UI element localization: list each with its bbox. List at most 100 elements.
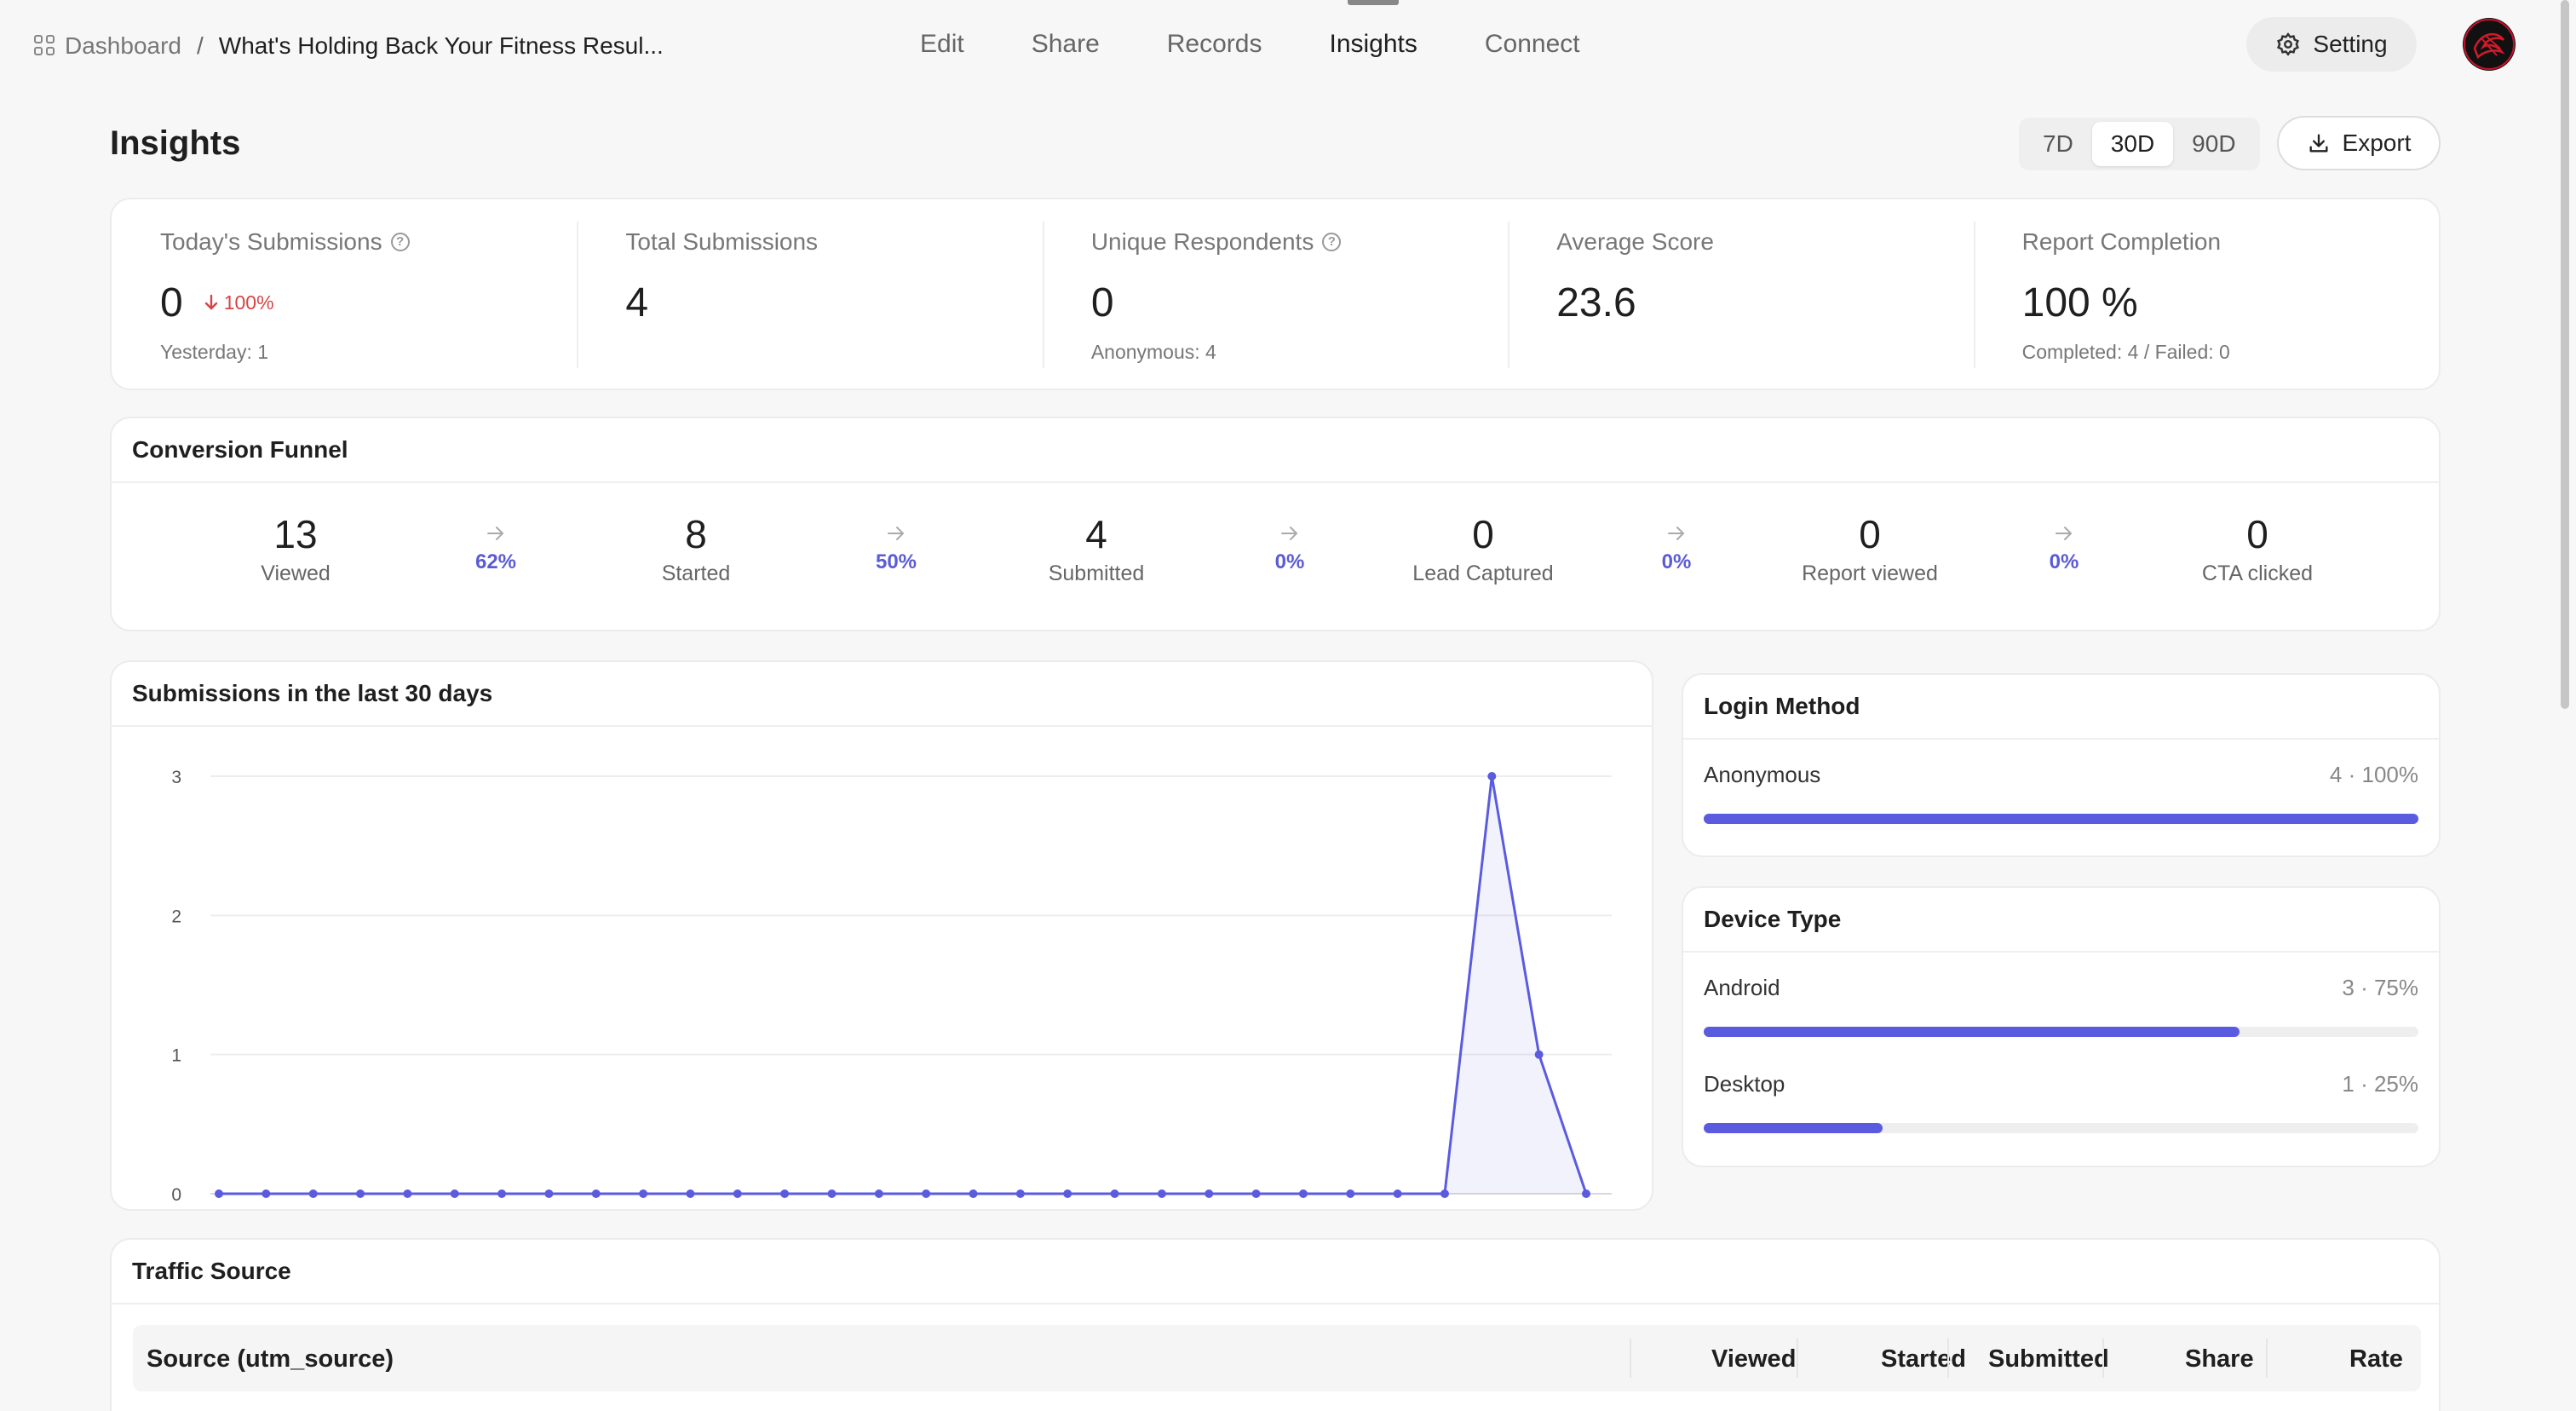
arrow-right-icon [1668, 527, 1685, 540]
data-point [1582, 1189, 1590, 1198]
x-tick-label: 07-18 [1233, 1209, 1279, 1211]
page-scrollbar[interactable] [2556, 0, 2576, 1411]
x-tick-label: 06-30 [385, 1209, 431, 1211]
column-header-source[interactable]: Source (utm_source) [147, 1345, 394, 1374]
column-header-submitted[interactable]: Submitted [1988, 1345, 2109, 1374]
column-header-rate[interactable]: Rate [2349, 1345, 2403, 1374]
row-label: Android [1704, 975, 1780, 1000]
tab-share[interactable]: Share [1032, 26, 1100, 63]
funnel-body: 13 Viewed 62% 8 Started 50% 4 Submitted 0% … [112, 483, 2439, 630]
submissions-chart-card: Submissions in the last 30 days 0 1 2 3 06-2… [110, 660, 1653, 1211]
x-tick-label: 07-02 [479, 1209, 525, 1211]
arrow-right-icon [1281, 527, 1298, 540]
x-tick-label: 07-22 [1422, 1209, 1468, 1211]
column-header-viewed[interactable]: Viewed [1711, 1345, 1796, 1374]
stat-sub: Anonymous: 4 [1090, 341, 1216, 363]
funnel-rate-value: 62% [474, 550, 517, 573]
x-tick-label: 07-16 [1139, 1209, 1185, 1211]
tab-records[interactable]: Records [1167, 26, 1262, 63]
range-90d-option[interactable]: 90D [2173, 122, 2254, 166]
x-tick-label: 07-20 [1327, 1209, 1373, 1211]
device-row-desktop: Desktop 1 · 25% [1683, 1071, 2439, 1133]
export-button[interactable]: Export [2277, 116, 2441, 170]
stat-delta-value: 100% [223, 291, 274, 314]
page-title: Insights [110, 124, 241, 162]
funnel-step-value: 0 [1859, 512, 1881, 556]
funnel-rate: 62% [436, 524, 555, 574]
row-count: 1 · 25% [2342, 1071, 2418, 1097]
login-method-card: Login Method Anonymous 4 · 100% [1682, 673, 2441, 857]
card-title: Login Method [1683, 675, 2439, 740]
progress-track [1704, 814, 2418, 824]
tab-edit[interactable]: Edit [920, 26, 964, 63]
data-point [403, 1189, 412, 1198]
data-point [686, 1189, 695, 1198]
scrollbar-thumb[interactable] [2561, 0, 2569, 709]
progress-fill [1704, 1027, 2240, 1037]
tab-connect[interactable]: Connect [1485, 26, 1580, 63]
data-point [308, 1189, 318, 1198]
row-label: Anonymous [1704, 762, 1821, 787]
y-tick-label: 2 [171, 907, 181, 926]
login-row-anonymous: Anonymous 4 · 100% [1683, 762, 2439, 824]
funnel-step-value: 4 [1085, 512, 1107, 556]
breadcrumb-separator: / [196, 32, 204, 59]
top-bar: Dashboard / What's Holding Back Your Fit… [0, 0, 2576, 89]
card-title: Device Type [1683, 888, 2439, 953]
y-tick-label: 0 [171, 1185, 181, 1205]
data-point [1534, 1050, 1544, 1059]
data-point [497, 1189, 507, 1198]
data-point [450, 1189, 459, 1198]
help-icon[interactable]: ? [1322, 233, 1342, 251]
funnel-step-value: 8 [685, 512, 707, 556]
funnel-step-label: Submitted [1048, 562, 1145, 585]
progress-fill [1704, 1123, 1883, 1133]
data-point [591, 1189, 601, 1198]
conversion-funnel-card: Conversion Funnel 13 Viewed 62% 8 Started … [110, 417, 2441, 631]
stat-label: Today's Submissions [160, 228, 382, 255]
stat-sub: Yesterday: 1 [160, 341, 269, 363]
column-header-share[interactable]: Share [2185, 1345, 2254, 1374]
arrow-down-icon [204, 294, 217, 310]
data-point [1298, 1189, 1308, 1198]
download-icon [2309, 134, 2328, 153]
funnel-rate: 0% [1617, 524, 1736, 574]
progress-track [1704, 1123, 2418, 1133]
stat-sub: Completed: 4 / Failed: 0 [2021, 341, 2230, 363]
dashboard-grid-icon[interactable] [34, 35, 56, 57]
top-nav: Edit Share Records Insights Connect [920, 0, 1647, 63]
funnel-step-lead-captured: 0 Lead Captured [1355, 509, 1611, 586]
data-point [1205, 1189, 1214, 1198]
setting-label: Setting [2313, 31, 2388, 57]
card-title: Traffic Source [112, 1240, 2439, 1304]
data-point [1157, 1189, 1166, 1198]
row-count: 4 · 100% [2329, 762, 2418, 787]
data-point [922, 1189, 931, 1198]
progress-track [1704, 1027, 2418, 1037]
card-title: Conversion Funnel [112, 418, 2439, 483]
export-label: Export [2342, 130, 2412, 156]
data-point [827, 1189, 837, 1198]
funnel-step-viewed: 13 Viewed [168, 509, 423, 586]
funnel-rate: 50% [837, 524, 956, 574]
traffic-source-card: Traffic Source Source (utm_source) Viewe… [110, 1238, 2441, 1411]
data-point [874, 1189, 883, 1198]
range-30d-option[interactable]: 30D [2091, 122, 2174, 166]
x-tick-label: 07-14 [1044, 1209, 1090, 1211]
data-point [733, 1189, 742, 1198]
x-tick-label: 07-24 [1516, 1209, 1562, 1211]
avatar[interactable] [2463, 18, 2516, 71]
funnel-rate-value: 0% [1661, 550, 1692, 573]
stat-value: 100 % [2021, 279, 2138, 325]
breadcrumb-form-title: What's Holding Back Your Fitness Resul..… [218, 32, 664, 59]
range-7d-option[interactable]: 7D [2024, 122, 2092, 166]
date-range-selector: 7D 30D 90D [2019, 118, 2260, 170]
setting-button[interactable]: Setting [2246, 17, 2417, 72]
x-tick-label: 07-12 [951, 1209, 997, 1211]
help-icon[interactable]: ? [390, 233, 410, 251]
breadcrumb-dashboard-link[interactable]: Dashboard [65, 32, 181, 60]
stat-value: 23.6 [1556, 279, 1636, 325]
column-header-started[interactable]: Started [1881, 1345, 1966, 1374]
tab-insights[interactable]: Insights [1329, 0, 1417, 63]
x-tick-label: 06-26 [196, 1209, 242, 1211]
